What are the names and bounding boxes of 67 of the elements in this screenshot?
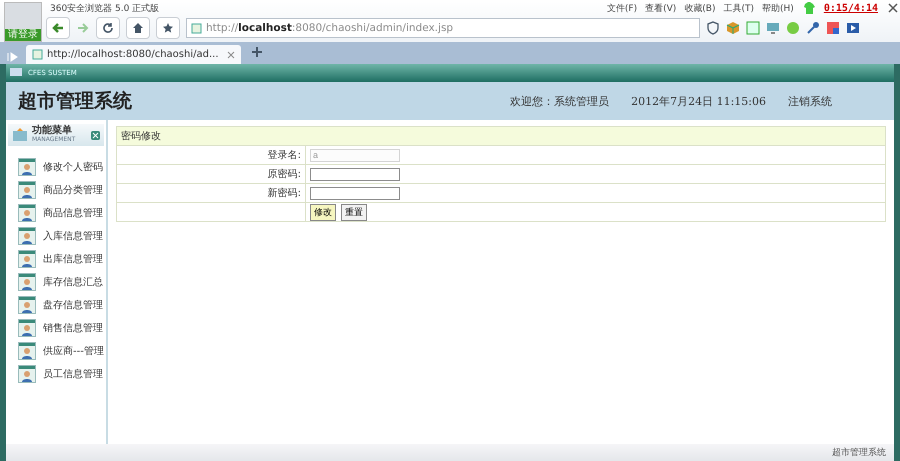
refresh-button[interactable]: [96, 17, 120, 39]
menu-item[interactable]: 供应商---管理: [18, 342, 106, 360]
menu-icon: [12, 128, 28, 142]
login-label[interactable]: 请登录: [5, 29, 41, 41]
menu-item[interactable]: 商品信息管理: [18, 204, 106, 222]
user-card-icon: [18, 365, 36, 383]
user-card-icon: [18, 181, 36, 199]
sidebar-toggle-icon[interactable]: [6, 50, 20, 64]
video-icon[interactable]: [846, 21, 860, 35]
field-label: 原密码:: [116, 164, 306, 184]
user-card-icon: [18, 296, 36, 314]
menu-item[interactable]: 员工信息管理: [18, 365, 106, 383]
user-card-icon: [18, 227, 36, 245]
user-card-icon: [18, 204, 36, 222]
user-card-icon: [18, 319, 36, 337]
user-card-icon: [18, 250, 36, 268]
date-time: 2012年7月24日 11:15:06: [631, 94, 766, 108]
menu-item[interactable]: 盘存信息管理: [18, 296, 106, 314]
menu-item[interactable]: 出库信息管理: [18, 250, 106, 268]
app-title: 超市管理系统: [18, 89, 132, 114]
menu-item[interactable]: 查看(V): [645, 2, 676, 14]
shirt-icon[interactable]: [802, 1, 816, 15]
user-card-icon: [18, 342, 36, 360]
user-card-icon: [18, 273, 36, 291]
recording-timer: 0:15/4:14: [824, 2, 878, 14]
input-field[interactable]: [310, 168, 400, 180]
menu-item[interactable]: 销售信息管理: [18, 319, 106, 337]
welcome-text: 欢迎您：系统管理员: [510, 94, 610, 108]
status-text: 超市管理系统: [832, 446, 886, 459]
page-icon: [191, 22, 202, 34]
shield-icon[interactable]: [706, 21, 720, 35]
user-card-icon: [18, 158, 36, 176]
close-icon[interactable]: [226, 50, 234, 58]
field-label: 登录名:: [116, 146, 306, 164]
refresh-icon: [102, 22, 114, 34]
home-icon: [132, 22, 144, 34]
favorite-button[interactable]: [156, 17, 180, 39]
menu-item[interactable]: 工具(T): [723, 2, 754, 14]
form-title: 密码修改: [116, 126, 886, 146]
collapse-icon[interactable]: [91, 130, 100, 140]
key-icon[interactable]: [806, 21, 820, 35]
field-label: 新密码:: [116, 184, 306, 202]
back-button[interactable]: [46, 17, 70, 39]
monitor-icon: [10, 68, 22, 78]
address-field[interactable]: http://localhost:8080/chaoshi/admin/index.jsp: [186, 18, 700, 38]
menu-item[interactable]: 库存信息汇总: [18, 273, 106, 291]
cube-icon[interactable]: [726, 21, 740, 35]
browser-tab[interactable]: http://localhost:8080/chaoshi/ad...: [26, 45, 240, 64]
home-button[interactable]: [126, 17, 150, 39]
user-avatar[interactable]: 请登录: [4, 2, 42, 42]
menu-item[interactable]: 文件(F): [606, 2, 638, 14]
page-icon: [32, 49, 43, 60]
window-title: 360安全浏览器 5.0 正式版: [50, 2, 160, 14]
close-icon[interactable]: [886, 1, 900, 15]
menu-item[interactable]: 帮助(H): [762, 2, 794, 14]
new-tab-icon[interactable]: [250, 46, 262, 58]
menu-item[interactable]: 入库信息管理: [18, 227, 106, 245]
logout-link[interactable]: 注销系统: [788, 94, 832, 108]
menu-item[interactable]: 收藏(B): [684, 2, 716, 14]
monitor-icon[interactable]: [766, 21, 780, 35]
menu-item[interactable]: 修改个人密码: [18, 158, 106, 176]
form-button[interactable]: 修改: [310, 204, 336, 220]
back-icon: [52, 22, 64, 34]
form-button[interactable]: 重置: [341, 204, 367, 220]
star-icon: [162, 22, 174, 34]
input-field[interactable]: [310, 186, 400, 200]
menu-item[interactable]: 商品分类管理: [18, 181, 106, 199]
